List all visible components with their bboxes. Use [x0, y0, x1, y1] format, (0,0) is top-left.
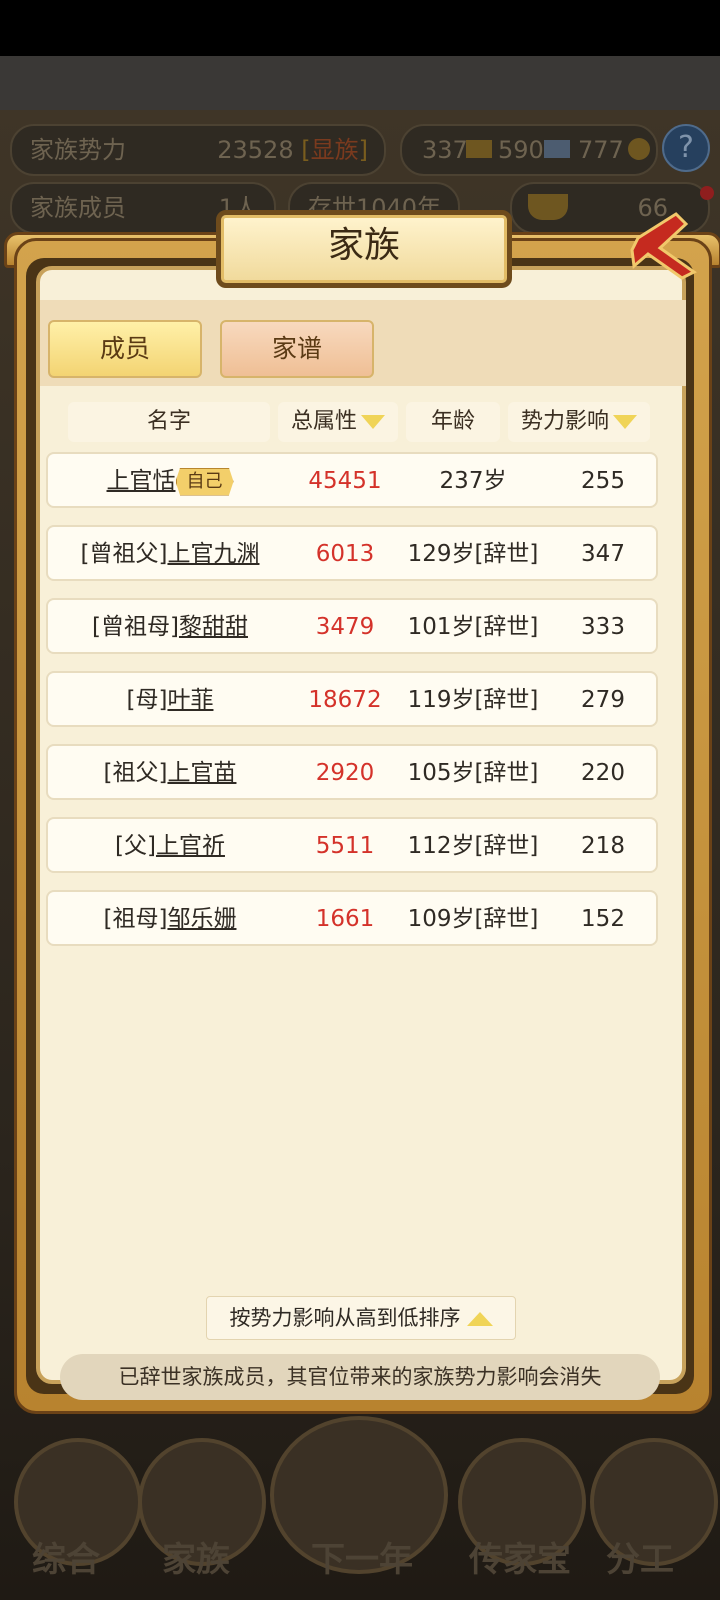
silver-bar-icon	[544, 140, 570, 158]
member-total-attr: 18672	[308, 687, 382, 713]
rank-bracket-open: [	[301, 136, 311, 164]
column-header-total-attr[interactable]: 总属性	[278, 402, 398, 442]
nav-next-year-label: 下一年	[311, 1540, 413, 1580]
table-row: [父]上官祈 5511 112岁[辞世] 218	[46, 817, 658, 873]
silver-bar-count: 590	[498, 136, 544, 164]
member-name-cell: [父]上官祈	[48, 819, 292, 875]
family-members-label: 家族成员	[30, 194, 126, 222]
nav-division-label: 分工	[606, 1540, 674, 1580]
member-total-attr: 45451	[308, 468, 382, 494]
column-header-influence-label: 势力影响	[520, 409, 609, 434]
sort-down-icon	[361, 415, 385, 429]
member-name-cell: [曾祖父]上官九渊	[48, 527, 292, 583]
column-header-total-attr-label: 总属性	[290, 409, 357, 434]
column-header-name[interactable]: 名字	[68, 402, 270, 442]
member-name-link[interactable]: 黎甜甜	[179, 614, 248, 640]
member-influence: 347	[581, 541, 625, 567]
member-name-cell: [母]叶菲	[48, 673, 292, 729]
member-name-link[interactable]: 上官苗	[167, 760, 236, 786]
column-header-influence[interactable]: 势力影响	[508, 402, 650, 442]
sort-up-icon	[466, 1312, 493, 1326]
member-influence: 152	[581, 906, 625, 932]
gold-bar-icon	[466, 140, 492, 158]
member-age: 101岁[辞世]	[407, 614, 539, 640]
member-age: 112岁[辞世]	[407, 833, 539, 859]
member-name-link[interactable]: 上官祈	[156, 833, 225, 859]
self-badge: 自己	[175, 467, 234, 496]
member-name-link[interactable]: 上官九渊	[167, 541, 259, 567]
column-header-age-label: 年龄	[430, 409, 475, 434]
status-bar	[0, 0, 720, 56]
sort-toggle-label: 按势力影响从高到低排序	[229, 1306, 461, 1330]
table-row: [母]叶菲 18672 119岁[辞世] 279	[46, 671, 658, 727]
family-influence-label: 家族势力	[30, 136, 126, 164]
member-relation: [祖父]	[103, 760, 168, 786]
member-name-link[interactable]: 叶菲	[167, 687, 213, 713]
member-total-attr: 6013	[315, 541, 375, 567]
close-button[interactable]	[630, 210, 704, 280]
table-row: [祖父]上官苗 2920 105岁[辞世] 220	[46, 744, 658, 800]
column-header-age[interactable]: 年龄	[406, 402, 500, 442]
table-row: [曾祖母]黎甜甜 3479 101岁[辞世] 333	[46, 598, 658, 654]
member-age: 109岁[辞世]	[407, 906, 539, 932]
member-age: 119岁[辞世]	[407, 687, 539, 713]
currency-pill: 337 590 777	[400, 124, 658, 176]
family-influence-value-group: 23528 [显族]	[217, 126, 368, 174]
table-row: [曾祖父]上官九渊 6013 129岁[辞世] 347	[46, 525, 658, 581]
member-name-link[interactable]: 上官恬	[107, 468, 176, 494]
family-influence-pill: 家族势力 23528 [显族]	[10, 124, 386, 176]
member-influence: 220	[581, 760, 625, 786]
member-influence: 279	[581, 687, 625, 713]
modal-title: 家族	[327, 225, 400, 266]
close-icon	[630, 212, 697, 280]
table-row: [祖母]邹乐姗 1661 109岁[辞世] 152	[46, 890, 658, 946]
member-total-attr: 3479	[315, 614, 375, 640]
ingot-icon	[528, 194, 568, 220]
top-shade	[0, 56, 720, 110]
member-age: 129岁[辞世]	[407, 541, 539, 567]
coin-icon	[628, 138, 650, 160]
member-name-cell: 上官恬 自己	[48, 454, 292, 510]
member-total-attr: 2920	[315, 760, 375, 786]
member-name-cell: [祖母]邹乐姗	[48, 892, 292, 948]
column-header-name-label: 名字	[146, 409, 191, 434]
gold-bar-count: 337	[422, 136, 468, 164]
member-relation: [母]	[126, 687, 168, 713]
rank-tag: 显族	[310, 136, 359, 164]
member-relation: [曾祖母]	[92, 614, 179, 640]
rank-bracket-close: ]	[358, 136, 368, 164]
member-name-link[interactable]: 邹乐姗	[167, 906, 236, 932]
sort-toggle-button[interactable]: 按势力影响从高到低排序	[206, 1296, 516, 1340]
member-relation: [父]	[115, 833, 156, 859]
bottom-nav: 综合 家族 下一年 传家宝 分工	[0, 1410, 720, 1600]
nav-family-label: 家族	[162, 1540, 230, 1580]
member-relation: [曾祖父]	[80, 541, 168, 567]
tab-genealogy[interactable]: 家谱	[220, 320, 374, 378]
member-name-cell: [曾祖母]黎甜甜	[48, 600, 292, 656]
member-age: 237岁	[439, 468, 507, 494]
notification-dot	[700, 186, 714, 200]
member-influence: 218	[581, 833, 625, 859]
sort-down-icon	[613, 415, 637, 429]
member-influence: 255	[581, 468, 625, 494]
member-influence: 333	[581, 614, 625, 640]
member-age: 105岁[辞世]	[407, 760, 539, 786]
member-name-cell: [祖父]上官苗	[48, 746, 292, 802]
tab-members[interactable]: 成员	[48, 320, 202, 378]
help-button[interactable]: ?	[662, 124, 710, 172]
member-total-attr: 1661	[315, 906, 375, 932]
member-total-attr: 5511	[315, 833, 375, 859]
coin-count: 777	[578, 136, 624, 164]
member-relation: [祖母]	[103, 906, 168, 932]
family-influence-value: 23528	[217, 136, 294, 164]
table-row: 上官恬 自己 45451 237岁 255	[46, 452, 658, 508]
deceased-notice: 已辞世家族成员，其官位带来的家族势力影响会消失	[60, 1354, 660, 1400]
